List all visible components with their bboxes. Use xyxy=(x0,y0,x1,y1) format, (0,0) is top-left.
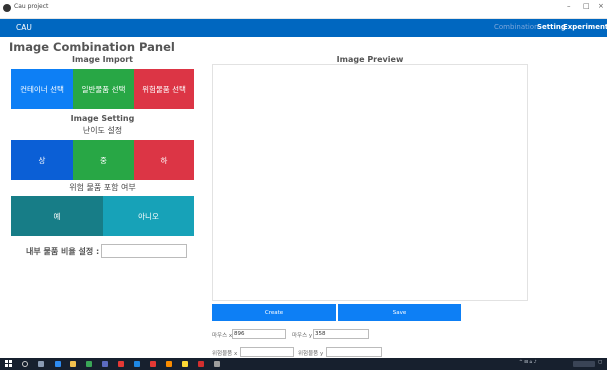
mouse-y-label: 마우스 y xyxy=(292,333,313,339)
difficulty-label: 난이도 설정 xyxy=(82,126,123,135)
ratio-input[interactable] xyxy=(101,244,187,258)
page-title: Image Combination Panel xyxy=(9,40,175,54)
image-preview-canvas xyxy=(212,64,528,301)
folder-icon[interactable] xyxy=(70,361,76,367)
danger-y-label: 위험물품 y xyxy=(298,351,324,357)
mouse-x-field[interactable] xyxy=(232,329,286,339)
app-icon-3[interactable] xyxy=(134,361,140,367)
nav-combination[interactable]: Combination xyxy=(494,23,539,31)
difficulty-low-button[interactable]: 하 xyxy=(134,140,194,180)
danger-y-field[interactable] xyxy=(326,347,382,357)
app-icon-2[interactable] xyxy=(118,361,124,367)
system-tray-icons[interactable]: ^ ⊟ ⌂ ♪ xyxy=(519,360,537,365)
nav-experiment[interactable]: Experiment xyxy=(563,23,607,31)
app-icon-8[interactable] xyxy=(214,361,220,367)
window-titlebar: Cau project – □ × xyxy=(0,0,607,19)
danger-no-button[interactable]: 아니오 xyxy=(103,196,194,236)
edge-icon[interactable] xyxy=(55,361,61,367)
danger-yes-button[interactable]: 예 xyxy=(11,196,103,236)
app-icon-7[interactable] xyxy=(198,361,204,367)
notification-icon[interactable]: ▢ xyxy=(598,360,602,365)
app-icon-4[interactable] xyxy=(150,361,156,367)
danger-x-label: 위험물품 x xyxy=(212,351,238,357)
danger-x-field[interactable] xyxy=(240,347,294,357)
app-icon xyxy=(3,4,11,12)
window-title: Cau project xyxy=(14,3,49,10)
image-preview-heading: Image Preview xyxy=(336,55,404,64)
ratio-label: 내부 물품 비율 설정 : xyxy=(26,247,100,256)
minimize-icon[interactable]: – xyxy=(567,2,571,10)
image-import-heading: Image Import xyxy=(72,55,133,64)
danger-include-label: 위험 물품 포함 여부 xyxy=(69,183,136,192)
chrome-icon[interactable] xyxy=(86,361,92,367)
select-danger-item-button[interactable]: 위험물품 선택 xyxy=(134,69,194,109)
difficulty-high-button[interactable]: 상 xyxy=(11,140,73,180)
search-icon[interactable] xyxy=(22,361,28,367)
select-container-button[interactable]: 컨테이너 선택 xyxy=(11,69,73,109)
close-icon[interactable]: × xyxy=(598,2,604,10)
app-icon-6[interactable] xyxy=(182,361,188,367)
clock[interactable] xyxy=(573,361,595,367)
start-icon[interactable] xyxy=(5,360,12,367)
app-icon-1[interactable] xyxy=(102,361,108,367)
mouse-x-label: 마우스 x xyxy=(212,333,233,339)
app-icon-5[interactable] xyxy=(166,361,172,367)
mouse-y-field[interactable] xyxy=(313,329,369,339)
task-view-icon[interactable] xyxy=(38,361,44,367)
select-normal-item-button[interactable]: 일반물품 선택 xyxy=(73,69,134,109)
maximize-icon[interactable]: □ xyxy=(583,2,590,10)
save-button[interactable]: Save xyxy=(338,304,461,321)
taskbar: ^ ⊟ ⌂ ♪ ▢ xyxy=(0,358,607,370)
image-setting-heading: Image Setting xyxy=(70,114,135,123)
navbar: CAU Combination Setting Experiment xyxy=(0,19,607,37)
create-button[interactable]: Create xyxy=(212,304,336,321)
nav-setting[interactable]: Setting xyxy=(537,23,566,31)
difficulty-medium-button[interactable]: 중 xyxy=(73,140,134,180)
navbar-brand[interactable]: CAU xyxy=(16,23,32,32)
